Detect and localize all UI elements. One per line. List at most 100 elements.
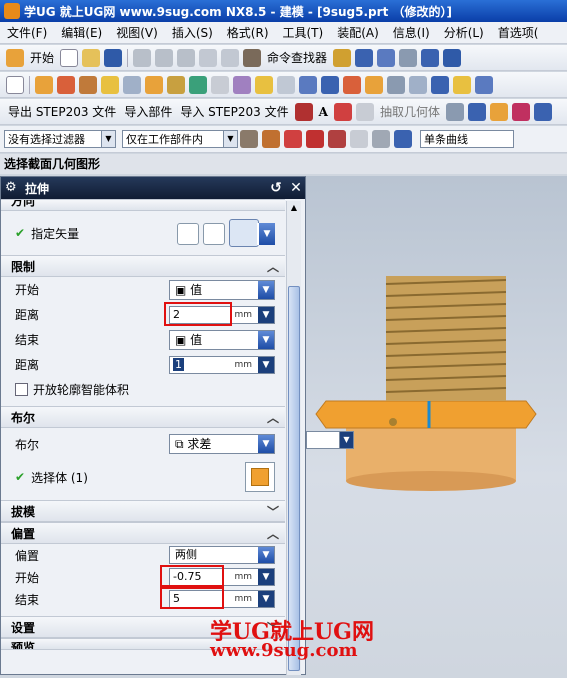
- chevron-down-icon[interactable]: ▼: [258, 307, 274, 323]
- command-finder-icon[interactable]: [243, 48, 262, 67]
- sketch-icon[interactable]: [6, 75, 24, 94]
- copy-icon[interactable]: [155, 48, 174, 67]
- info-icon[interactable]: [533, 102, 552, 121]
- menu-file[interactable]: 文件(F): [0, 24, 54, 41]
- revolve-icon[interactable]: [57, 75, 75, 94]
- draft-icon[interactable]: [299, 75, 317, 94]
- intersect-icon[interactable]: [211, 75, 229, 94]
- menu-edit[interactable]: 编辑(E): [54, 24, 109, 41]
- close-part-icon[interactable]: [294, 102, 313, 121]
- view-icon[interactable]: [355, 48, 374, 67]
- chevron-down-icon[interactable]: ▼: [258, 569, 274, 585]
- chamfer-icon[interactable]: [255, 75, 273, 94]
- scope-dropdown[interactable]: 仅在工作部件内 ▼: [122, 130, 238, 148]
- menu-assembly[interactable]: 装配(A): [330, 24, 386, 41]
- body-filter-icon[interactable]: [394, 130, 412, 148]
- offset-face-icon[interactable]: [409, 75, 427, 94]
- menu-insert[interactable]: 插入(S): [165, 24, 220, 41]
- datum-icon[interactable]: [453, 75, 471, 94]
- paste-icon[interactable]: [177, 48, 196, 67]
- section-boolean[interactable]: 布尔 ︿: [1, 406, 285, 428]
- export-step-button[interactable]: 导出 STEP203 文件: [8, 103, 116, 120]
- graphics-window[interactable]: ▼: [306, 176, 567, 675]
- point-filter-icon[interactable]: [284, 130, 302, 148]
- layer-icon[interactable]: [377, 48, 396, 67]
- section-offset[interactable]: 偏置 ︿: [1, 522, 285, 544]
- section-limits[interactable]: 限制 ︿: [1, 255, 285, 277]
- command-finder-button[interactable]: 命令查找器: [267, 49, 327, 66]
- open-file-icon[interactable]: [82, 48, 101, 67]
- vector-type-dropdown[interactable]: ▼: [257, 223, 275, 245]
- mirror-icon[interactable]: [343, 75, 361, 94]
- unite-icon[interactable]: [167, 75, 185, 94]
- start-menu-button[interactable]: 开始: [30, 49, 54, 66]
- new-file-icon[interactable]: [60, 48, 79, 67]
- body-icon[interactable]: [445, 102, 464, 121]
- measure-icon[interactable]: [489, 102, 508, 121]
- extract-body-button[interactable]: 抽取几何体: [380, 103, 440, 120]
- vector-dialog-icon[interactable]: [203, 223, 225, 245]
- offset-dropdown[interactable]: 两侧 ▼: [169, 546, 275, 564]
- snap-icon[interactable]: [328, 130, 346, 148]
- book-icon[interactable]: [467, 102, 486, 121]
- cut-icon[interactable]: [133, 48, 152, 67]
- redo-icon[interactable]: [221, 48, 240, 67]
- split-body-icon[interactable]: [431, 75, 449, 94]
- pad-icon[interactable]: [145, 75, 163, 94]
- reverse-direction-icon[interactable]: [177, 223, 199, 245]
- snap-point-icon[interactable]: [262, 130, 280, 148]
- render-icon[interactable]: [399, 48, 418, 67]
- extract-body-icon[interactable]: [355, 102, 374, 121]
- dialog-scrollbar[interactable]: ▲: [286, 201, 301, 675]
- more-icon[interactable]: [443, 48, 462, 67]
- curve-rule-dropdown[interactable]: 单条曲线: [420, 130, 514, 148]
- end-type-dropdown[interactable]: ▣ 值 ▼: [169, 330, 275, 350]
- gear-icon[interactable]: ⚙: [5, 181, 19, 195]
- menu-analysis[interactable]: 分析(L): [437, 24, 491, 41]
- thread-icon[interactable]: [387, 75, 405, 94]
- start-type-dropdown[interactable]: ▣ 值 ▼: [169, 280, 275, 300]
- boss-icon[interactable]: [101, 75, 119, 94]
- save-icon[interactable]: [104, 48, 123, 67]
- subtract-icon[interactable]: [189, 75, 207, 94]
- start-icon[interactable]: [6, 48, 24, 67]
- pattern-icon[interactable]: [365, 75, 383, 94]
- display-icon[interactable]: [421, 48, 440, 67]
- type-filter-dropdown[interactable]: 没有选择过滤器 ▼: [4, 130, 116, 148]
- menu-view[interactable]: 视图(V): [109, 24, 165, 41]
- menu-preferences[interactable]: 首选项(: [491, 24, 546, 41]
- menu-tools[interactable]: 工具(T): [276, 24, 331, 41]
- more-features-icon[interactable]: [475, 75, 493, 94]
- undo-icon[interactable]: [199, 48, 218, 67]
- shell-icon[interactable]: [277, 75, 295, 94]
- reset-icon[interactable]: ↺: [267, 179, 285, 197]
- select-body-button[interactable]: [245, 462, 275, 492]
- analysis-icon[interactable]: [511, 102, 530, 121]
- chevron-down-icon[interactable]: ▼: [258, 591, 274, 607]
- lasso-icon[interactable]: [372, 130, 390, 148]
- edge-blend-icon[interactable]: [233, 75, 251, 94]
- chevron-down-icon[interactable]: ▼: [258, 357, 274, 373]
- section-direction[interactable]: 方向: [1, 199, 285, 211]
- pocket-icon[interactable]: [123, 75, 141, 94]
- extrude-icon[interactable]: [35, 75, 53, 94]
- text-icon[interactable]: A: [319, 105, 328, 119]
- trim-body-icon[interactable]: [321, 75, 339, 94]
- end-distance-input[interactable]: 1 mm ▼: [169, 356, 275, 374]
- import-step-button[interactable]: 导入 STEP203 文件: [180, 103, 288, 120]
- boolean-dropdown[interactable]: ⧉ 求差 ▼: [169, 434, 275, 454]
- onscreen-input-box[interactable]: ▼: [306, 431, 354, 449]
- line-icon[interactable]: [333, 102, 352, 121]
- intersection-icon[interactable]: [306, 130, 324, 148]
- open-profile-checkbox[interactable]: [15, 383, 28, 396]
- import-part-button[interactable]: 导入部件: [124, 103, 172, 120]
- close-icon[interactable]: ✕: [287, 179, 305, 197]
- vector-type-icon[interactable]: [229, 219, 259, 247]
- scroll-up-icon[interactable]: ▲: [287, 201, 301, 215]
- select-all-icon[interactable]: [240, 130, 258, 148]
- hole-icon[interactable]: [79, 75, 97, 94]
- section-draft[interactable]: 拔模 ﹀: [1, 500, 285, 522]
- selection-icon[interactable]: [333, 48, 352, 67]
- menu-info[interactable]: 信息(I): [386, 24, 437, 41]
- rectangle-select-icon[interactable]: [350, 130, 368, 148]
